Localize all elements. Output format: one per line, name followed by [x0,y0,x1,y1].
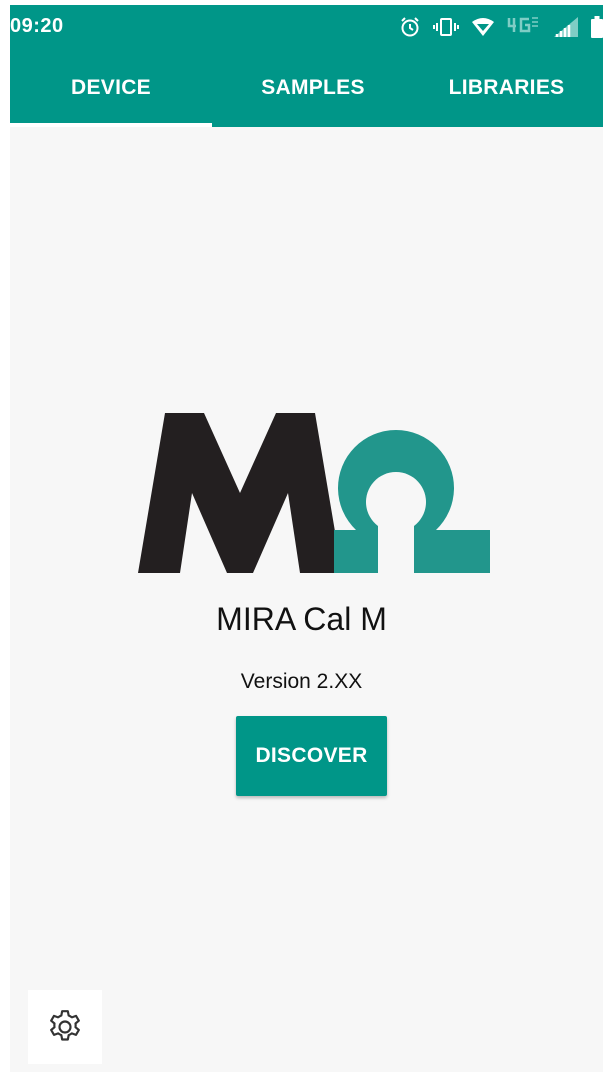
battery-icon [591,16,603,38]
mira-logo [138,413,490,578]
tab-indicator [10,123,212,127]
status-icons [399,13,603,41]
settings-button[interactable] [28,990,102,1064]
app-screen: 09:20 DEVICE SAMPLES LIBRARIES MIRA Cal … [10,5,603,1072]
vibrate-icon [433,16,459,38]
tab-samples[interactable]: SAMPLES [212,49,414,127]
gear-icon [45,1007,85,1047]
app-version: Version 2.XX [240,670,363,693]
status-time: 09:20 [10,15,64,37]
app-name: MIRA Cal M [216,601,387,637]
alarm-icon [399,16,421,38]
tab-bar: DEVICE SAMPLES LIBRARIES [10,49,603,127]
4g-lte-icon [507,16,541,38]
status-bar: 09:20 [10,5,603,49]
tab-libraries[interactable]: LIBRARIES [410,49,603,127]
signal-icon [553,16,579,38]
wifi-icon [471,16,495,38]
discover-button[interactable]: DISCOVER [236,716,387,796]
tab-device[interactable]: DEVICE [10,49,212,127]
